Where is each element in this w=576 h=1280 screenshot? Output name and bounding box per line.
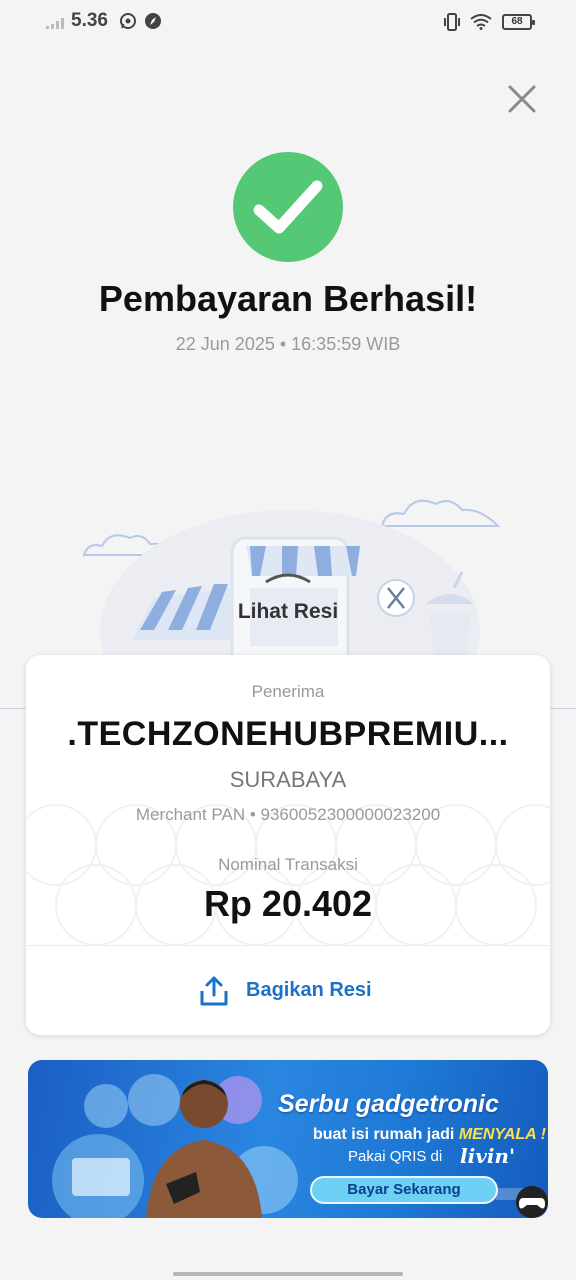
promo-subline: buat isi rumah jadi MENYALA ! <box>313 1126 546 1144</box>
merchant-name: .TECHZONEHUBPREMIU... <box>67 715 509 753</box>
promo-banner[interactable]: Serbu gadgetronic buat isi rumah jadi ME… <box>28 1060 548 1218</box>
merchant-pan: Merchant PAN • 9360052300000023200 <box>135 805 441 824</box>
signal-icon <box>46 18 64 29</box>
share-receipt-label: Bagikan Resi <box>246 979 372 1001</box>
status-bar: 5.36 68 <box>0 0 576 46</box>
home-indicator[interactable] <box>173 1272 403 1276</box>
close-icon[interactable] <box>505 82 539 116</box>
share-icon <box>200 976 228 1006</box>
transaction-amount: Rp 20.402 <box>203 883 373 924</box>
receipt-card: Penerima .TECHZONEHUBPREMIU... SURABAYA … <box>26 655 550 1035</box>
transaction-datetime: 22 Jun 2025 • 16:35:59 WIB <box>175 334 401 354</box>
battery-icon: 68 <box>502 14 535 30</box>
vibrate-icon <box>444 13 460 31</box>
view-receipt-link[interactable]: Lihat Resi <box>0 600 576 624</box>
gamepad-icon <box>516 1186 548 1218</box>
payment-success-screen: 5.36 68 Pembayaran Berhasil! 22 Jun 2025… <box>0 0 576 1280</box>
promo-subline-emphasis: MENYALA ! <box>458 1126 546 1143</box>
merchant-city: SURABAYA <box>229 767 347 792</box>
wifi-icon <box>470 14 492 30</box>
status-time: 5.36 <box>71 10 108 31</box>
recipient-label: Penerima <box>251 682 325 701</box>
promo-subline-text: buat isi rumah jadi <box>313 1126 455 1143</box>
share-receipt-button[interactable]: Bagikan Resi <box>26 945 550 1035</box>
promo-qris-text: Pakai QRIS di <box>348 1148 443 1165</box>
promo-headline: Serbu gadgetronic <box>278 1090 499 1118</box>
livin-logo: livin' <box>460 1144 516 1168</box>
page-title: Pembayaran Berhasil! <box>98 278 478 319</box>
pay-now-button[interactable]: Bayar Sekarang <box>310 1176 498 1204</box>
whatsapp-icon <box>120 13 136 29</box>
compass-icon <box>145 13 161 29</box>
store-illustration <box>82 499 501 660</box>
success-check-icon <box>233 152 343 262</box>
amount-label: Nominal Transaksi <box>218 855 358 874</box>
